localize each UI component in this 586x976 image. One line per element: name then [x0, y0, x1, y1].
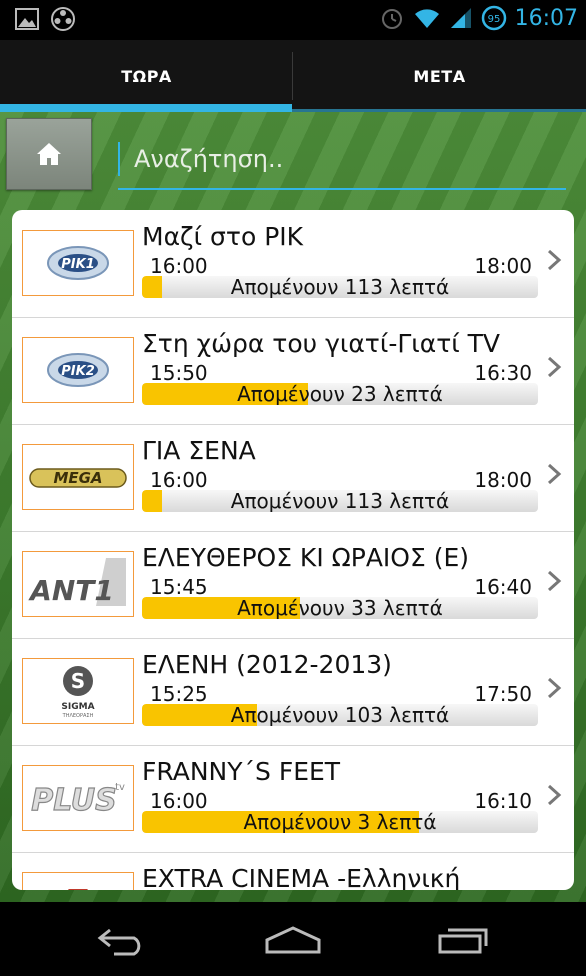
sigma-logo-text: SIGMA — [61, 702, 94, 712]
battery-icon: 95 — [481, 5, 506, 31]
picture-icon — [15, 8, 39, 30]
remaining-time: Απομένουν 113 λεπτά — [230, 276, 450, 298]
back-icon — [97, 928, 141, 956]
program-row[interactable]: EXTRA CINEMA -Ελληνική — [12, 852, 574, 890]
tab-now[interactable]: ΤΩΡΑ — [0, 40, 293, 112]
program-row[interactable]: ΡΙΚ1 Μαζί στο ΡΙΚ 16:00 18:00 Απομένουν … — [12, 210, 574, 318]
chevron-right-icon — [547, 356, 562, 378]
program-row[interactable]: ΡΙΚ2 Στη χώρα του γιατί-Γιατί TV 15:50 1… — [12, 317, 574, 425]
progress-bar: Απομένουν 113 λεπτά — [142, 490, 538, 512]
channel-logo-sigma: S SIGMA ΤΗΛΕΟΡΑΣΗ — [22, 658, 134, 724]
remaining-time: Απομένουν 33 λεπτά — [237, 597, 443, 619]
program-title: ΕΛΕΥΘΕΡΟΣ ΚΙ ΩΡΑΙΟΣ (Ε) — [142, 543, 470, 572]
program-title: EXTRA CINEMA -Ελληνική — [142, 864, 461, 890]
remaining-time: Απομένουν 23 λεπτά — [237, 383, 443, 405]
channel-logo-rik2: ΡΙΚ2 — [22, 337, 134, 403]
tab-bar: ΤΩΡΑ ΜΕΤΑ — [0, 40, 586, 112]
chevron-right-icon — [547, 677, 562, 699]
progress-bar: Απομένουν 113 λεπτά — [142, 276, 538, 298]
plus-tv-text: tv — [115, 782, 125, 793]
back-button[interactable] — [82, 920, 162, 960]
program-title: ΕΛΕΝΗ (2012-2013) — [142, 650, 392, 679]
chevron-right-icon — [547, 784, 562, 806]
remaining-time: Απομένουν 103 λεπτά — [230, 704, 450, 726]
channel-logo-ant1: ANT1 — [22, 551, 134, 617]
channel-logo-rik1: ΡΙΚ1 — [22, 230, 134, 296]
wifi-icon — [414, 9, 439, 28]
plus-logo-text: PLUS — [31, 783, 116, 818]
progress-bar: Απομένουν 33 λεπτά — [142, 597, 538, 619]
program-start-time: 15:25 — [150, 682, 208, 706]
status-left-icons — [14, 6, 76, 32]
program-end-time: 16:30 — [474, 361, 532, 385]
search-input[interactable] — [118, 142, 566, 176]
status-bar: 95 16:07 — [0, 0, 586, 40]
ant1-logo-text: ANT1 — [28, 574, 114, 607]
navigation-bar — [0, 902, 586, 976]
program-row[interactable]: MEGA ΓΙΑ ΣΕΝΑ 16:00 18:00 Απομένουν 113 … — [12, 424, 574, 532]
chevron-right-icon — [547, 570, 562, 592]
home-nav-icon — [265, 926, 321, 954]
chevron-right-icon — [547, 463, 562, 485]
svg-text:S: S — [71, 669, 85, 693]
program-title: ΓΙΑ ΣΕΝΑ — [142, 436, 256, 465]
alarm-icon — [381, 9, 402, 29]
program-title: Στη χώρα του γιατί-Γιατί TV — [142, 329, 501, 358]
channel-logo-extra — [22, 872, 134, 890]
program-start-time: 16:00 — [150, 789, 208, 813]
remaining-time: Απομένουν 113 λεπτά — [230, 490, 450, 512]
home-button[interactable] — [6, 118, 92, 190]
media-reel-icon — [51, 7, 75, 31]
battery-level: 95 — [487, 14, 500, 25]
main-content: ΡΙΚ1 Μαζί στο ΡΙΚ 16:00 18:00 Απομένουν … — [0, 112, 586, 902]
program-row[interactable]: S SIGMA ΤΗΛΕΟΡΑΣΗ ΕΛΕΝΗ (2012-2013) 15:2… — [12, 638, 574, 746]
progress-bar: Απομένουν 3 λεπτά — [142, 811, 538, 833]
clock: 16:07 — [514, 5, 578, 31]
rik2-logo-text: ΡΙΚ2 — [61, 364, 94, 379]
program-start-time: 15:50 — [150, 361, 208, 385]
status-right-icons: 95 16:07 — [379, 5, 578, 31]
program-end-time: 18:00 — [474, 254, 532, 278]
home-nav-button[interactable] — [253, 920, 333, 960]
home-icon — [37, 143, 61, 165]
program-end-time: 17:50 — [474, 682, 532, 706]
mega-logo-text: MEGA — [53, 469, 102, 487]
progress-bar: Απομένουν 23 λεπτά — [142, 383, 538, 405]
program-row[interactable]: ANT1 ΕΛΕΥΘΕΡΟΣ ΚΙ ΩΡΑΙΟΣ (Ε) 15:45 16:40… — [12, 531, 574, 639]
program-end-time: 16:40 — [474, 575, 532, 599]
tab-later[interactable]: ΜΕΤΑ — [293, 40, 586, 112]
recent-apps-button[interactable] — [424, 920, 504, 960]
program-start-time: 15:45 — [150, 575, 208, 599]
channel-logo-plus: PLUS tv — [22, 765, 134, 831]
program-end-time: 18:00 — [474, 468, 532, 492]
program-start-time: 16:00 — [150, 254, 208, 278]
signal-icon — [450, 8, 471, 28]
program-end-time: 16:10 — [474, 789, 532, 813]
progress-bar: Απομένουν 103 λεπτά — [142, 704, 538, 726]
program-list: ΡΙΚ1 Μαζί στο ΡΙΚ 16:00 18:00 Απομένουν … — [12, 210, 574, 890]
remaining-time: Απομένουν 3 λεπτά — [243, 811, 437, 833]
program-title: Μαζί στο ΡΙΚ — [142, 222, 304, 251]
program-row[interactable]: PLUS tv FRANNY´S FEET 16:00 16:10 Απομέν… — [12, 745, 574, 853]
program-title: FRANNY´S FEET — [142, 757, 341, 786]
tab-selected-indicator — [0, 104, 292, 112]
rik1-logo-text: ΡΙΚ1 — [61, 257, 94, 272]
search-box — [118, 130, 566, 190]
program-start-time: 16:00 — [150, 468, 208, 492]
chevron-right-icon — [547, 249, 562, 271]
recent-apps-icon — [438, 928, 488, 954]
channel-logo-mega: MEGA — [22, 444, 134, 510]
sigma-logo-subtext: ΤΗΛΕΟΡΑΣΗ — [62, 713, 94, 719]
